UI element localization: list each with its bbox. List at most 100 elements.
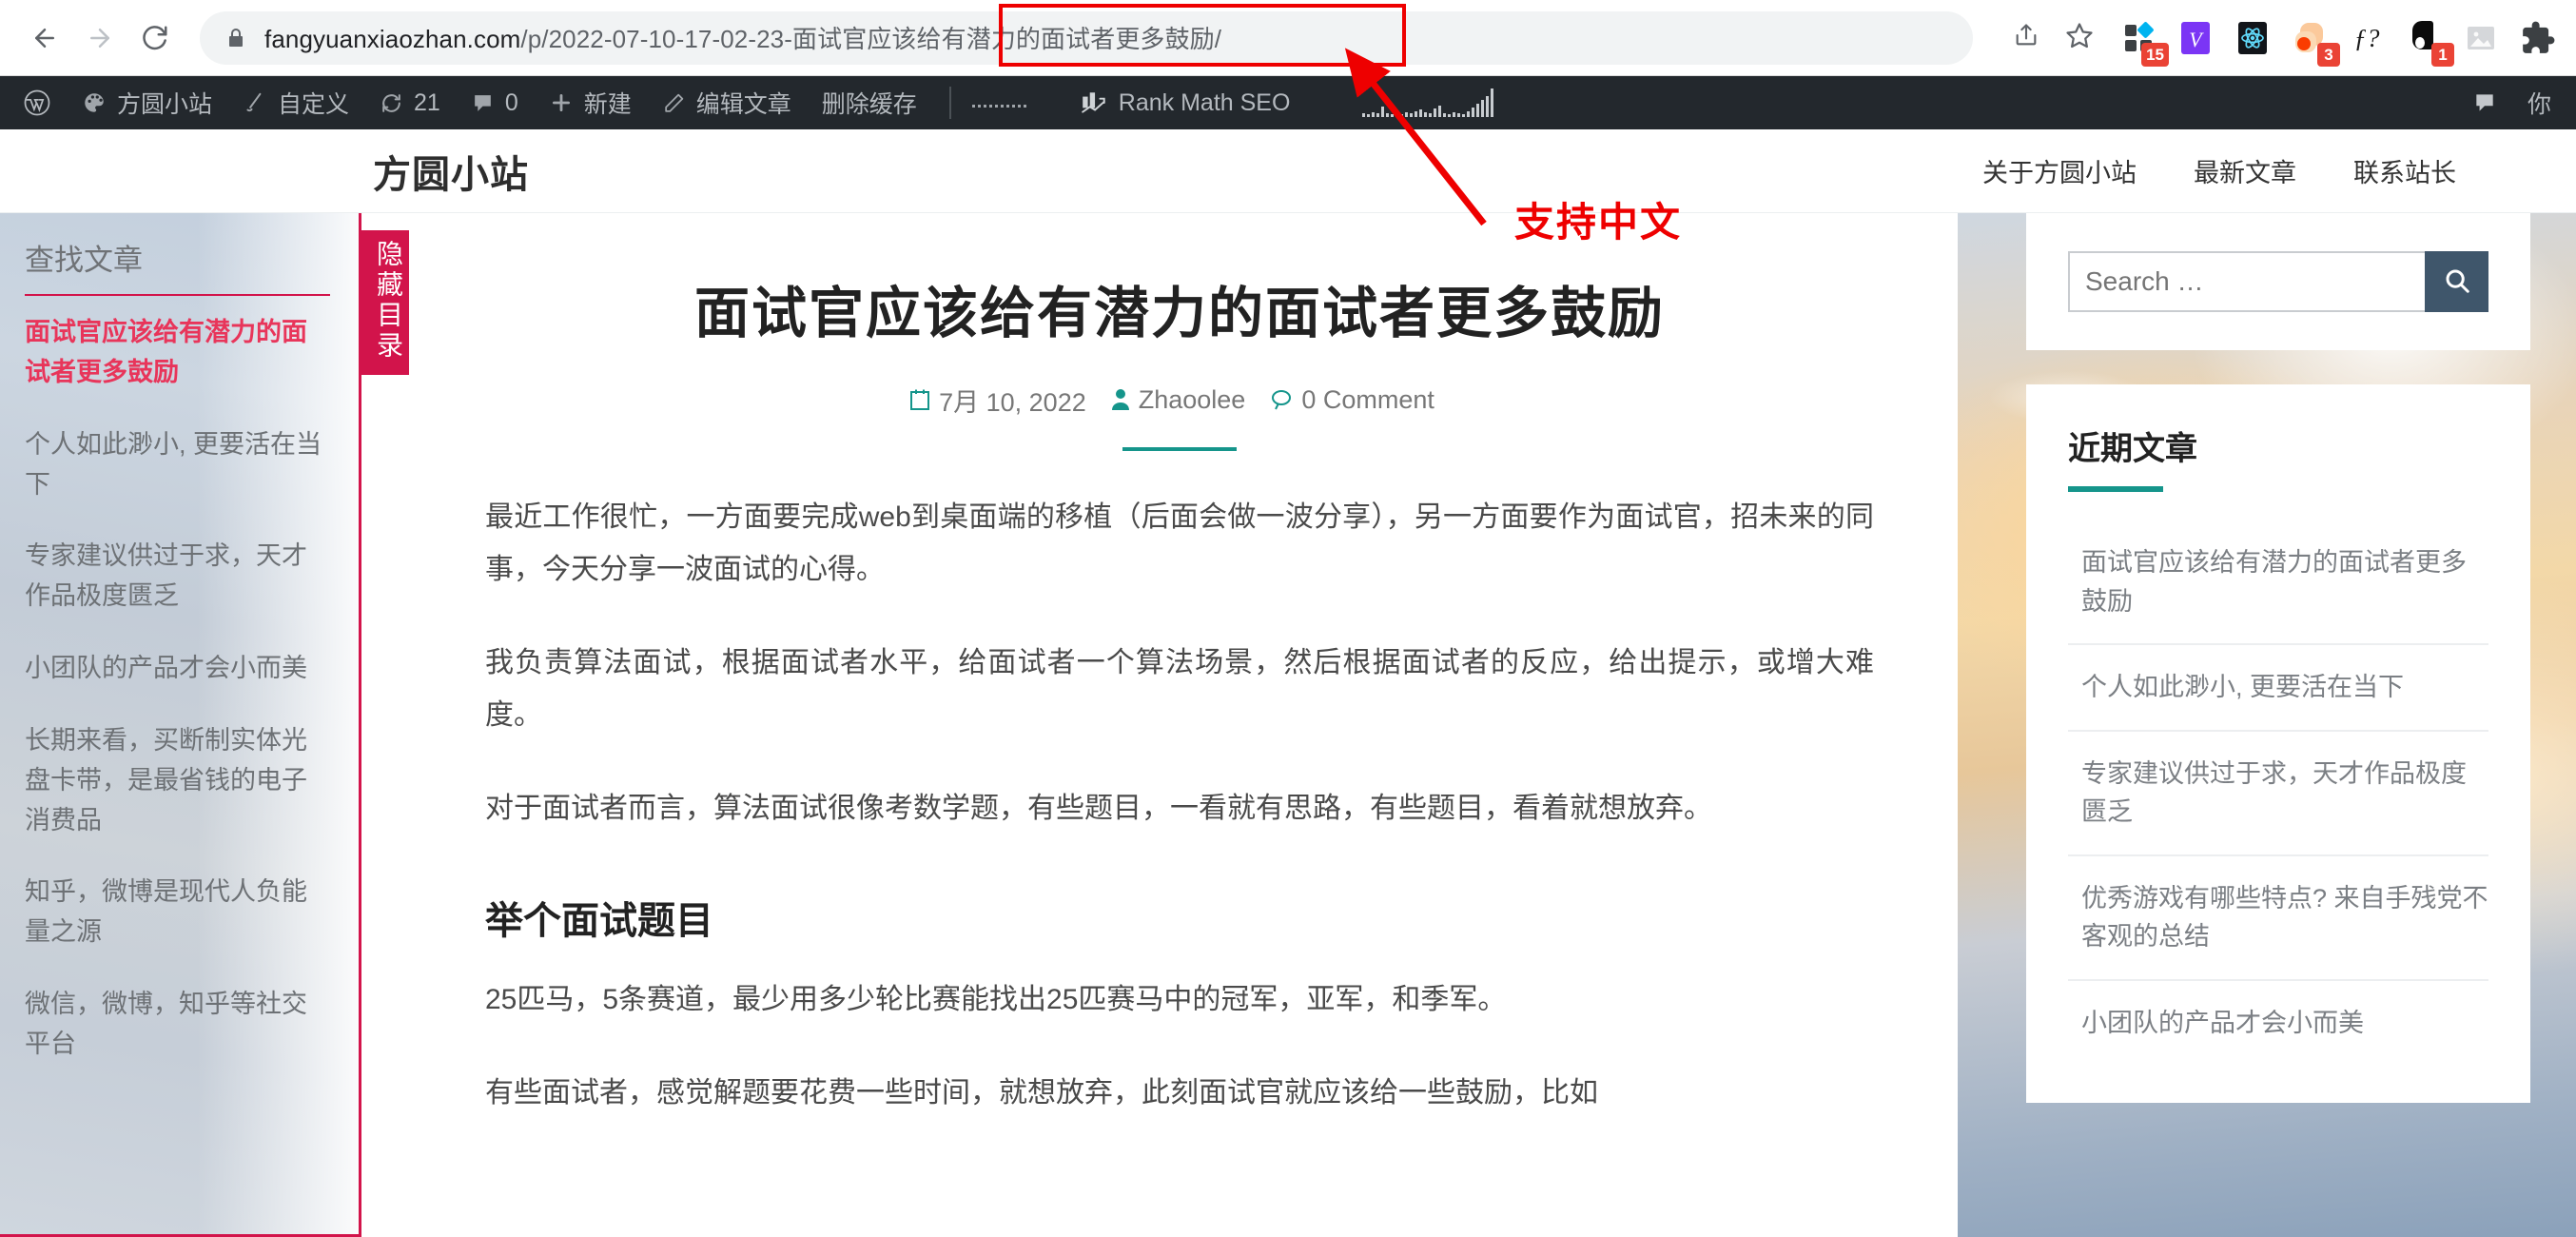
toc-item[interactable]: 知乎，微博是现代人负能量之源 — [25, 873, 330, 952]
article-date-text: 7月 10, 2022 — [939, 387, 1086, 417]
nav-item-contact[interactable]: 联系站长 — [2353, 152, 2456, 189]
black-blob-extension-icon[interactable]: 1 — [2403, 17, 2454, 67]
nav-item-latest[interactable]: 最新文章 — [2194, 152, 2296, 189]
toc-item[interactable]: 个人如此渺小, 更要活在当下 — [25, 425, 330, 505]
recent-post-link[interactable]: 优秀游戏有哪些特点? 来自手残党不客观的总结 — [2081, 879, 2488, 956]
adminbar-item-updates[interactable]: 21 — [364, 76, 456, 129]
article-meta: 7月 10, 2022 Zhaoolee 0 Comment — [485, 382, 1874, 419]
recent-post-link[interactable]: 专家建议供过于求，天才作品极度匮乏 — [2081, 755, 2488, 832]
recent-post-link[interactable]: 个人如此渺小, 更要活在当下 — [2081, 668, 2488, 707]
article-paragraph: 我负责算法面试，根据面试者水平，给面试者一个算法场景，然后根据面试者的反应，给出… — [485, 646, 1874, 732]
adminbar-item-edit-post[interactable]: 编辑文章 — [647, 76, 807, 129]
vimium-v-extension-icon[interactable]: V — [2175, 17, 2216, 59]
omnibox-actions — [1984, 13, 2104, 63]
adminbar-label: 编辑文章 — [695, 91, 791, 118]
toc-item[interactable]: 长期来看，买断制实体光盘卡带，是最省钱的电子消费品 — [25, 721, 330, 841]
toc-item[interactable]: 面试官应该给有潜力的面试者更多鼓励 — [25, 313, 330, 393]
wordpress-logo-icon — [23, 88, 51, 117]
adminbar-label: 21 — [414, 88, 440, 116]
toc-sidebar: 查找文章 面试官应该给有潜力的面试者更多鼓励 个人如此渺小, 更要活在当下 专家… — [0, 213, 361, 1237]
lock-icon — [224, 27, 247, 49]
calendar-icon — [909, 388, 930, 411]
search-input[interactable] — [2068, 251, 2426, 312]
adminbar-item-customize[interactable]: 自定义 — [227, 76, 364, 129]
url-path: /p/2022-07-10-17-02-23- — [520, 25, 793, 53]
adminbar-label: 删除缓存 — [821, 91, 917, 118]
article-title: 面试官应该给有潜力的面试者更多鼓励 — [693, 283, 1665, 344]
dashboard-icon — [82, 90, 107, 115]
adminbar-label: 0 — [504, 88, 518, 116]
list-item[interactable]: 个人如此渺小, 更要活在当下 — [2068, 645, 2488, 732]
toc-item[interactable]: 微信，微博，知乎等社交平台 — [25, 985, 330, 1065]
f-question-extension-icon[interactable]: ƒ? — [2346, 17, 2388, 59]
search-button[interactable] — [2425, 251, 2488, 312]
comment-bubble-icon — [2472, 90, 2497, 115]
list-item[interactable]: 专家建议供过于求，天才作品极度匮乏 — [2068, 732, 2488, 856]
toc-item[interactable]: 小团队的产品才会小而美 — [25, 649, 330, 689]
updates-icon — [380, 91, 403, 115]
address-bar[interactable]: fangyuanxiaozhan.com/p/2022-07-10-17-02-… — [200, 3, 1973, 67]
star-icon — [2065, 21, 2094, 54]
extension-badge: 1 — [2431, 42, 2454, 67]
toc-item[interactable]: 专家建议供过于求，天才作品极度匮乏 — [25, 537, 330, 617]
reload-button[interactable] — [127, 10, 183, 66]
adminbar-item-comments[interactable]: 0 — [456, 76, 534, 129]
address-bar-url: fangyuanxiaozhan.com/p/2022-07-10-17-02-… — [264, 20, 1221, 55]
back-arrow-icon — [30, 24, 59, 52]
article-paragraph: 25匹马，5条赛道，最少用多少轮比赛能找出25匹赛马中的冠军，亚军，和季军。 — [485, 984, 1507, 1015]
sidebar-widgets: 近期文章 面试官应该给有潜力的面试者更多鼓励 个人如此渺小, 更要活在当下 专家… — [2026, 213, 2530, 1137]
adminbar-label: Rank Math SEO — [1118, 88, 1291, 116]
back-button[interactable] — [17, 10, 72, 66]
browser-toolbar: fangyuanxiaozhan.com/p/2022-07-10-17-02-… — [0, 0, 2576, 76]
widget-underline — [2068, 486, 2163, 492]
adminbar-item-clear-cache[interactable]: 删除缓存 — [807, 76, 932, 129]
list-item[interactable]: 面试官应该给有潜力的面试者更多鼓励 — [2068, 520, 2488, 645]
forward-button[interactable] — [72, 10, 127, 66]
page-body: 查找文章 面试官应该给有潜力的面试者更多鼓励 个人如此渺小, 更要活在当下 专家… — [0, 213, 2576, 1237]
article-date: 7月 10, 2022 — [909, 382, 1086, 419]
forward-arrow-icon — [86, 24, 114, 52]
adminbar-divider — [948, 87, 951, 119]
peach-blob-extension-icon[interactable]: 3 — [2289, 17, 2340, 67]
extension-badge: 15 — [2141, 42, 2169, 67]
image-placeholder-extension-icon[interactable] — [2460, 17, 2502, 59]
adminbar-item-site[interactable]: 方圆小站 — [67, 76, 227, 129]
wp-logo-button[interactable] — [8, 76, 67, 129]
url-domain: fangyuanxiaozhan.com — [264, 25, 521, 53]
extension-badge: 3 — [2317, 42, 2340, 67]
site-title[interactable]: 方圆小站 — [373, 144, 529, 199]
article-paragraph: 有些面试者，感觉解题要花费一些时间，就想放弃，此刻面试官就应该给一些鼓励，比如 — [485, 1076, 1598, 1109]
article-section-heading: 举个面试题目 — [485, 900, 713, 942]
toc-heading: 查找文章 — [25, 236, 330, 296]
recent-post-link[interactable]: 面试官应该给有潜力的面试者更多鼓励 — [2081, 543, 2488, 620]
search-widget — [2026, 213, 2530, 350]
adminbar-howdy-comment[interactable] — [2457, 76, 2512, 129]
adminbar-label: 自定义 — [278, 91, 350, 118]
search-form — [2068, 251, 2488, 312]
bookmark-button[interactable] — [2055, 13, 2104, 63]
user-icon — [1111, 388, 1130, 411]
site-nav: 关于方圆小站 最新文章 联系站长 — [1982, 152, 2523, 189]
comment-icon — [1270, 388, 1293, 411]
react-devtools-extension-icon[interactable] — [2232, 17, 2274, 59]
adminbar-sparkline — [1362, 88, 1494, 117]
reload-icon — [141, 24, 169, 52]
list-item[interactable]: 小团队的产品才会小而美 — [2068, 981, 2488, 1066]
article-comments-text: 0 Comment — [1301, 384, 1434, 414]
nav-item-about[interactable]: 关于方圆小站 — [1982, 152, 2137, 189]
plus-icon — [549, 90, 574, 115]
list-item[interactable]: 优秀游戏有哪些特点? 来自手残党不客观的总结 — [2068, 856, 2488, 981]
adminbar-item-rank-math-seo[interactable]: Rank Math SEO — [1064, 76, 1306, 129]
adminbar-item-new[interactable]: 新建 — [534, 76, 647, 129]
puzzle-extensions-icon[interactable] — [2517, 17, 2559, 59]
share-button[interactable] — [2001, 13, 2051, 63]
wordpress-admin-bar: 方圆小站 自定义 21 0 新建 编辑文章 删除缓存 Rank Math SEO… — [0, 76, 2576, 129]
adminbar-label: 方圆小站 — [117, 91, 213, 118]
article-paragraph: 对于面试者而言，算法面试很像考数学题，有些题目，一看就有思路，有些题目，看着就想… — [485, 792, 1712, 824]
article-meta-rule — [1122, 446, 1237, 451]
toc-toggle-button[interactable]: 隐藏目录 — [361, 230, 409, 375]
article-paragraph: 最近工作很忙，一方面要完成web到桌面端的移植（后面会做一波分享），另一方面要作… — [485, 501, 1874, 586]
adminbar-account[interactable]: 你 — [2512, 76, 2566, 129]
recent-post-link[interactable]: 小团队的产品才会小而美 — [2081, 1004, 2488, 1043]
grid-diamond-extension-icon[interactable]: 15 — [2117, 17, 2169, 67]
